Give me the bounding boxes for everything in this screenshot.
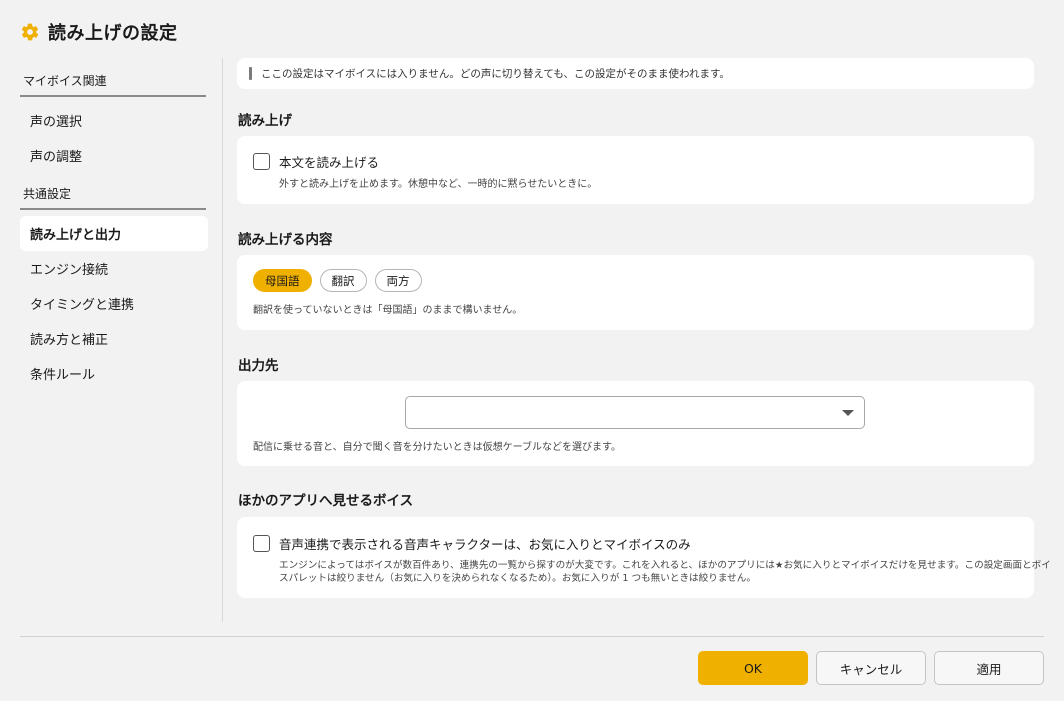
notice-accent-bar [249, 67, 252, 80]
settings-content: ここの設定はマイボイスには入りません。どの声に切り替えても、この設定がそのまま使… [237, 58, 1051, 598]
apply-button[interactable]: 適用 [934, 651, 1044, 685]
sidebar-item-read-output[interactable]: 読み上げと出力 [20, 216, 208, 251]
sidebar-group-label-common: 共通設定 [20, 173, 206, 210]
section-heading-voices: ほかのアプリへ見せるボイス [238, 493, 414, 509]
sidebar-item-condition-rules[interactable]: 条件ルール [20, 356, 208, 391]
read-aloud-hint: 外すと読み上げを止めます。休憩中など、一時的に黙らせたいときに。 [279, 179, 598, 190]
read-aloud-checkbox-label[interactable]: 本文を読み上げる [279, 152, 379, 171]
gear-icon [20, 22, 40, 42]
footer-divider [20, 636, 1044, 637]
section-heading-read-aloud: 読み上げ [238, 113, 292, 129]
voices-card: 音声連携で表示される音声キャラクターは、お気に入りとマイボイスのみ エンジンによ… [237, 517, 1051, 598]
content-card: 母国語 翻訳 両方 翻訳を使っていないときは「母国語」のままで構いません。 [237, 255, 1034, 330]
option-translation[interactable]: 翻訳 [319, 269, 367, 292]
sidebar-item-voice-adjust[interactable]: 声の調整 [20, 138, 208, 173]
window-title-bar: 読み上げの設定 [20, 18, 178, 46]
content-option-group: 母国語 翻訳 両方 [253, 269, 422, 292]
sidebar-group-label-myvoice: マイボイス関連 [20, 58, 206, 97]
sidebar-nav: マイボイス関連 声の選択 声の調整 共通設定 読み上げと出力 エンジン接続 タイ… [20, 58, 208, 391]
voices-hint-line1: エンジンによってはボイスが数百件あり、連携先の一覧から探すのが大変です。これを入… [279, 560, 1051, 571]
output-device-select[interactable] [405, 396, 865, 429]
ok-button[interactable]: OK [698, 651, 808, 685]
cancel-button[interactable]: キャンセル [816, 651, 926, 685]
voices-checkbox-label[interactable]: 音声連携で表示される音声キャラクターは、お気に入りとマイボイスのみ [279, 534, 691, 553]
sidebar-item-reading-correction[interactable]: 読み方と補正 [20, 321, 208, 356]
notice-banner: ここの設定はマイボイスには入りません。どの声に切り替えても、この設定がそのまま使… [237, 58, 1034, 89]
read-aloud-checkbox[interactable] [253, 153, 270, 170]
voices-checkbox-row[interactable]: 音声連携で表示される音声キャラクターは、お気に入りとマイボイスのみ [253, 534, 691, 553]
option-native-language[interactable]: 母国語 [253, 269, 312, 292]
sidebar-item-engine-connection[interactable]: エンジン接続 [20, 251, 208, 286]
voices-hint-line2: スパレットは絞りません（お気に入りを決められなくなるため）。お気に入りが 1 つ… [279, 573, 756, 584]
window-title: 読み上げの設定 [48, 23, 178, 44]
option-both[interactable]: 両方 [374, 269, 422, 292]
notice-text: ここの設定はマイボイスには入りません。どの声に切り替えても、この設定がそのまま使… [261, 68, 730, 80]
sidebar-divider [222, 58, 223, 622]
read-aloud-checkbox-row[interactable]: 本文を読み上げる [253, 152, 379, 171]
chevron-down-icon[interactable] [842, 410, 854, 416]
section-heading-output: 出力先 [238, 358, 279, 374]
output-hint: 配信に乗せる音と、自分で聞く音を分けたいときは仮想ケーブルなどを選びます。 [253, 442, 621, 453]
output-card: 配信に乗せる音と、自分で聞く音を分けたいときは仮想ケーブルなどを選びます。 [237, 381, 1034, 466]
content-hint: 翻訳を使っていないときは「母国語」のままで構いません。 [253, 305, 523, 316]
section-heading-content: 読み上げる内容 [238, 232, 333, 248]
voices-filter-checkbox[interactable] [253, 535, 270, 552]
sidebar-item-voice-select[interactable]: 声の選択 [20, 103, 208, 138]
sidebar-item-timing-integration[interactable]: タイミングと連携 [20, 286, 208, 321]
read-aloud-card: 本文を読み上げる 外すと読み上げを止めます。休憩中など、一時的に黙らせたいときに… [237, 136, 1034, 204]
